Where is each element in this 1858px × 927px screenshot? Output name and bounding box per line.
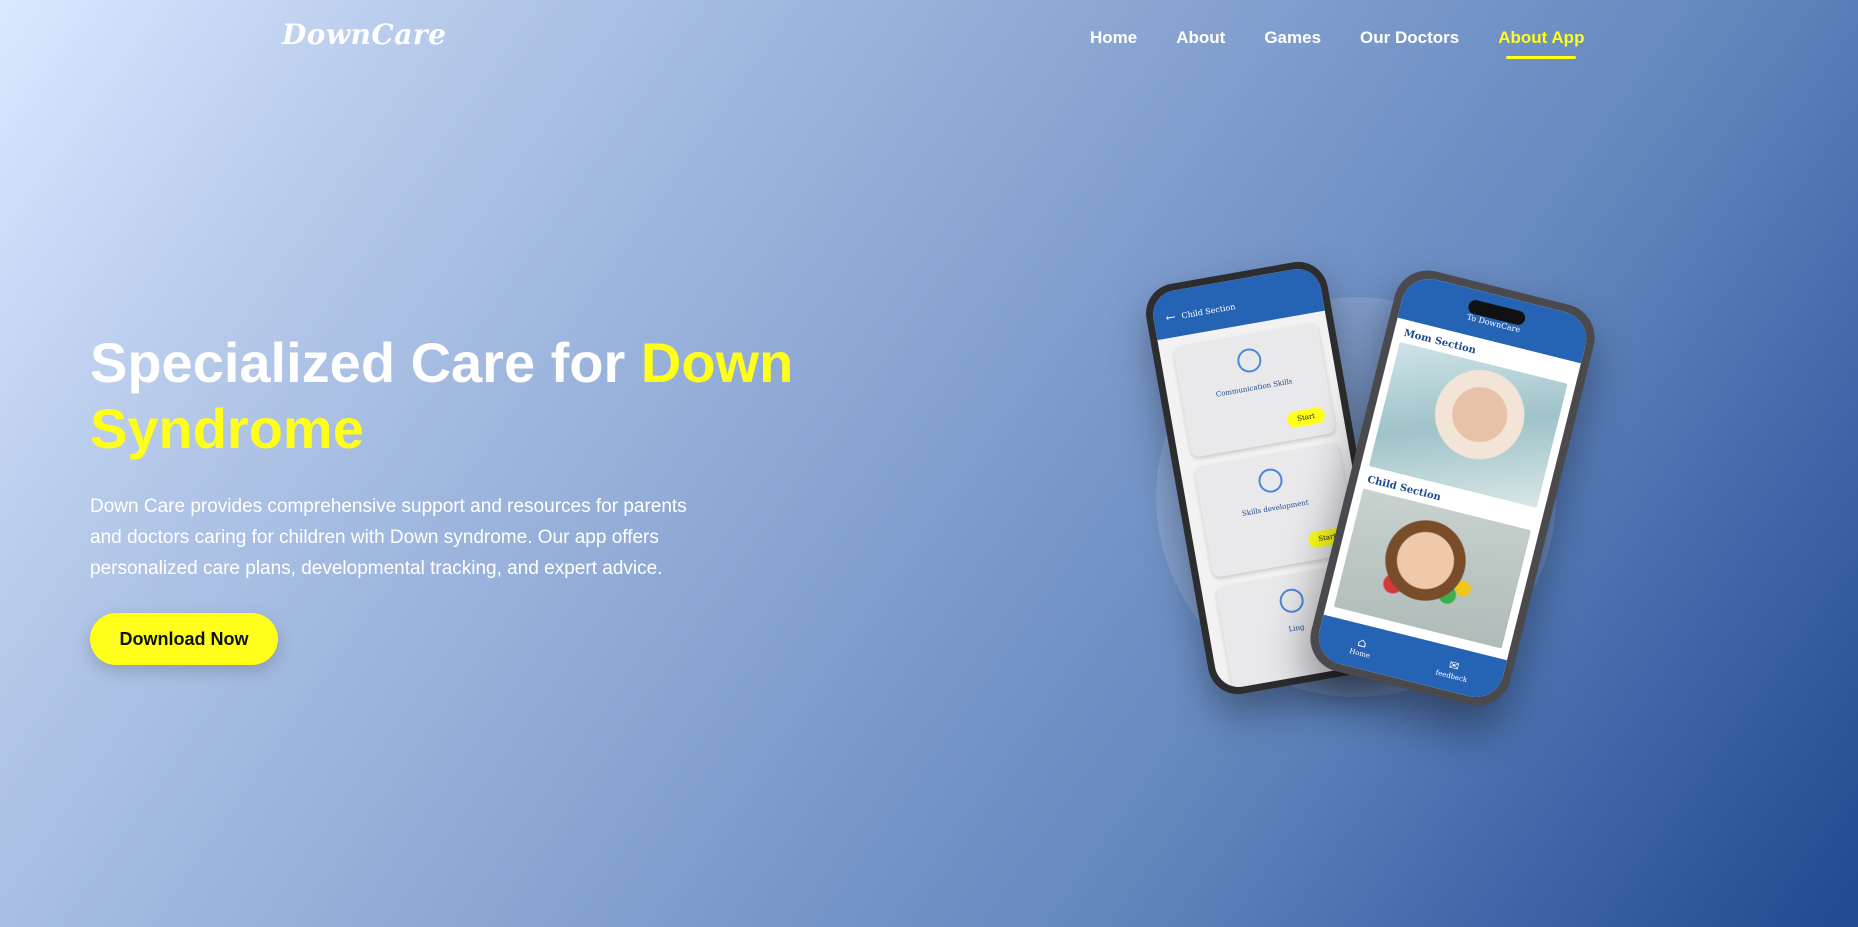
back-arrow-icon: ← bbox=[1164, 309, 1177, 326]
bottom-nav-feedback: ✉ feedback bbox=[1435, 655, 1472, 684]
lightbulb-icon bbox=[1256, 466, 1285, 495]
logo[interactable]: DownCare bbox=[282, 18, 446, 51]
nav-our-doctors-link[interactable]: Our Doctors bbox=[1360, 28, 1459, 48]
nav-about-link[interactable]: About bbox=[1176, 28, 1225, 48]
navbar: DownCare Home About Games Our Doctors Ab… bbox=[0, 0, 1858, 80]
card-start-button: Start bbox=[1286, 406, 1327, 429]
nav-links: Home About Games Our Doctors About App bbox=[1090, 28, 1623, 59]
hero-title-text: Specialized Care for bbox=[90, 331, 641, 394]
hero-title: Specialized Care for Down Syndrome bbox=[90, 330, 810, 462]
speech-bubble-icon bbox=[1277, 586, 1306, 615]
card-communication-skills: Communication Skills Start bbox=[1172, 322, 1337, 458]
nav-home-link[interactable]: Home bbox=[1090, 28, 1137, 48]
nav-games-link[interactable]: Games bbox=[1264, 28, 1321, 48]
hero-description: Down Care provides comprehensive support… bbox=[90, 496, 687, 579]
communication-icon bbox=[1235, 346, 1264, 375]
card-label: Skills development bbox=[1241, 498, 1310, 518]
phone-back-header-title: Child Section bbox=[1180, 301, 1236, 320]
bottom-nav-home: ⌂ Home bbox=[1348, 633, 1374, 660]
nav-about-app-link[interactable]: About App bbox=[1498, 28, 1584, 59]
download-now-button[interactable]: Download Now bbox=[90, 613, 278, 665]
card-label: Communication Skills bbox=[1215, 377, 1294, 399]
